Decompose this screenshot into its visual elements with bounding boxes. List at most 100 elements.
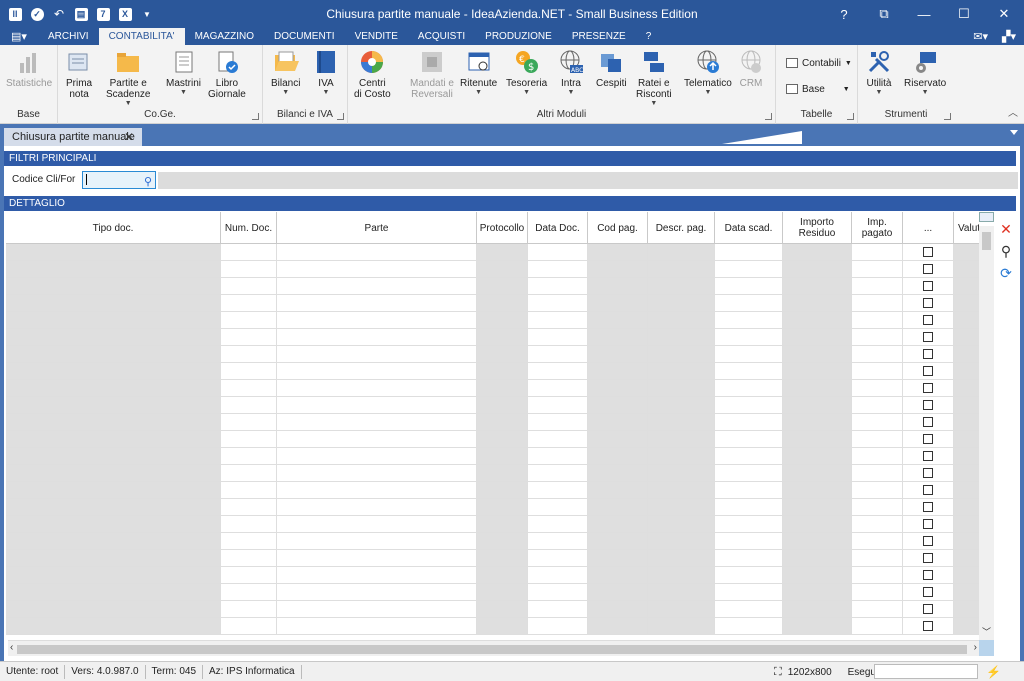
fullscreen-icon[interactable]: ⛶ xyxy=(774,666,782,679)
table-cell[interactable] xyxy=(783,346,852,362)
table-cell[interactable] xyxy=(783,278,852,294)
statistiche-button[interactable]: Statistiche xyxy=(6,49,52,89)
table-cell[interactable] xyxy=(852,346,903,362)
table-cell[interactable] xyxy=(588,601,648,617)
horizontal-scrollbar[interactable]: ‹ › xyxy=(8,640,979,656)
table-cell[interactable] xyxy=(277,431,477,447)
table-cell[interactable] xyxy=(221,601,277,617)
table-cell[interactable] xyxy=(715,329,783,345)
table-row[interactable] xyxy=(6,397,979,414)
table-cell[interactable] xyxy=(528,414,588,430)
tab-vendite[interactable]: VENDITE xyxy=(345,28,408,45)
column-header[interactable]: Valut xyxy=(954,212,979,244)
calculator-icon[interactable]: 7 xyxy=(94,5,112,23)
tab-archivi[interactable]: ARCHIVI xyxy=(38,28,99,45)
row-checkbox[interactable] xyxy=(923,621,933,631)
mandati-reversali-button[interactable]: Mandati e Reversali xyxy=(410,49,454,100)
centri-di-costo-button[interactable]: Centri di Costo xyxy=(354,49,391,100)
table-cell[interactable] xyxy=(528,244,588,260)
table-cell[interactable] xyxy=(783,312,852,328)
table-cell[interactable] xyxy=(588,414,648,430)
tab-produzione[interactable]: PRODUZIONE xyxy=(475,28,562,45)
table-cell[interactable] xyxy=(6,601,221,617)
table-cell[interactable] xyxy=(277,346,477,362)
table-cell[interactable] xyxy=(783,601,852,617)
table-cell[interactable] xyxy=(528,567,588,583)
row-checkbox[interactable] xyxy=(923,553,933,563)
table-cell[interactable] xyxy=(715,278,783,294)
table-cell[interactable] xyxy=(852,584,903,600)
table-cell[interactable] xyxy=(852,533,903,549)
table-cell[interactable] xyxy=(852,516,903,532)
column-header[interactable]: Imp. pagato xyxy=(852,212,903,244)
table-cell[interactable] xyxy=(648,261,715,277)
table-cell[interactable] xyxy=(528,482,588,498)
table-cell[interactable] xyxy=(954,516,979,532)
row-checkbox[interactable] xyxy=(923,383,933,393)
table-cell[interactable] xyxy=(715,601,783,617)
table-cell[interactable] xyxy=(477,431,528,447)
table-cell[interactable] xyxy=(852,601,903,617)
libro-giornale-button[interactable]: Libro Giornale xyxy=(208,49,246,100)
table-cell[interactable] xyxy=(477,414,528,430)
table-cell[interactable] xyxy=(852,397,903,413)
table-cell[interactable] xyxy=(954,465,979,481)
table-cell[interactable] xyxy=(715,295,783,311)
row-checkbox[interactable] xyxy=(923,366,933,376)
table-cell[interactable] xyxy=(783,363,852,379)
table-cell[interactable] xyxy=(6,312,221,328)
table-cell[interactable] xyxy=(528,584,588,600)
table-cell[interactable] xyxy=(954,584,979,600)
table-cell[interactable] xyxy=(715,516,783,532)
table-cell[interactable] xyxy=(852,448,903,464)
table-cell[interactable] xyxy=(277,244,477,260)
iva-button[interactable]: IVA ▼ xyxy=(313,49,339,97)
scroll-right-icon[interactable]: › xyxy=(974,642,977,653)
table-cell[interactable] xyxy=(528,346,588,362)
table-cell[interactable] xyxy=(221,329,277,345)
lightning-icon[interactable]: ⚡ xyxy=(986,665,1001,679)
row-checkbox[interactable] xyxy=(923,332,933,342)
table-cell[interactable] xyxy=(648,431,715,447)
esegui-input[interactable] xyxy=(874,664,978,679)
row-checkbox[interactable] xyxy=(923,587,933,597)
table-cell[interactable] xyxy=(715,482,783,498)
column-header[interactable]: Parte xyxy=(277,212,477,244)
table-cell[interactable] xyxy=(954,329,979,345)
table-cell[interactable] xyxy=(6,533,221,549)
table-cell[interactable] xyxy=(6,567,221,583)
table-cell[interactable] xyxy=(715,584,783,600)
table-cell[interactable] xyxy=(954,414,979,430)
table-cell[interactable] xyxy=(852,363,903,379)
row-checkbox[interactable] xyxy=(923,264,933,274)
table-cell[interactable] xyxy=(954,363,979,379)
table-row[interactable] xyxy=(6,261,979,278)
table-cell[interactable] xyxy=(6,346,221,362)
table-cell[interactable] xyxy=(648,465,715,481)
table-cell[interactable] xyxy=(528,380,588,396)
table-cell[interactable] xyxy=(783,380,852,396)
undo-icon[interactable]: ↶ xyxy=(50,5,68,23)
column-header[interactable]: Num. Doc. xyxy=(221,212,277,244)
table-row[interactable] xyxy=(6,618,979,635)
table-cell[interactable] xyxy=(221,312,277,328)
table-cell[interactable] xyxy=(852,278,903,294)
table-cell[interactable] xyxy=(528,278,588,294)
table-cell[interactable] xyxy=(277,567,477,583)
table-cell[interactable] xyxy=(477,601,528,617)
table-cell[interactable] xyxy=(277,465,477,481)
column-header[interactable]: ... xyxy=(903,212,954,244)
table-cell[interactable] xyxy=(852,414,903,430)
table-cell[interactable] xyxy=(477,278,528,294)
table-cell[interactable] xyxy=(528,397,588,413)
prima-nota-button[interactable]: Prima nota xyxy=(66,49,92,100)
table-cell[interactable] xyxy=(954,550,979,566)
table-cell[interactable] xyxy=(221,278,277,294)
tab-list-icon[interactable] xyxy=(1010,130,1018,135)
tab-help[interactable]: ? xyxy=(636,28,662,45)
table-cell[interactable] xyxy=(715,567,783,583)
table-cell[interactable] xyxy=(954,431,979,447)
table-cell[interactable] xyxy=(277,601,477,617)
table-cell[interactable] xyxy=(648,448,715,464)
table-cell[interactable] xyxy=(528,312,588,328)
